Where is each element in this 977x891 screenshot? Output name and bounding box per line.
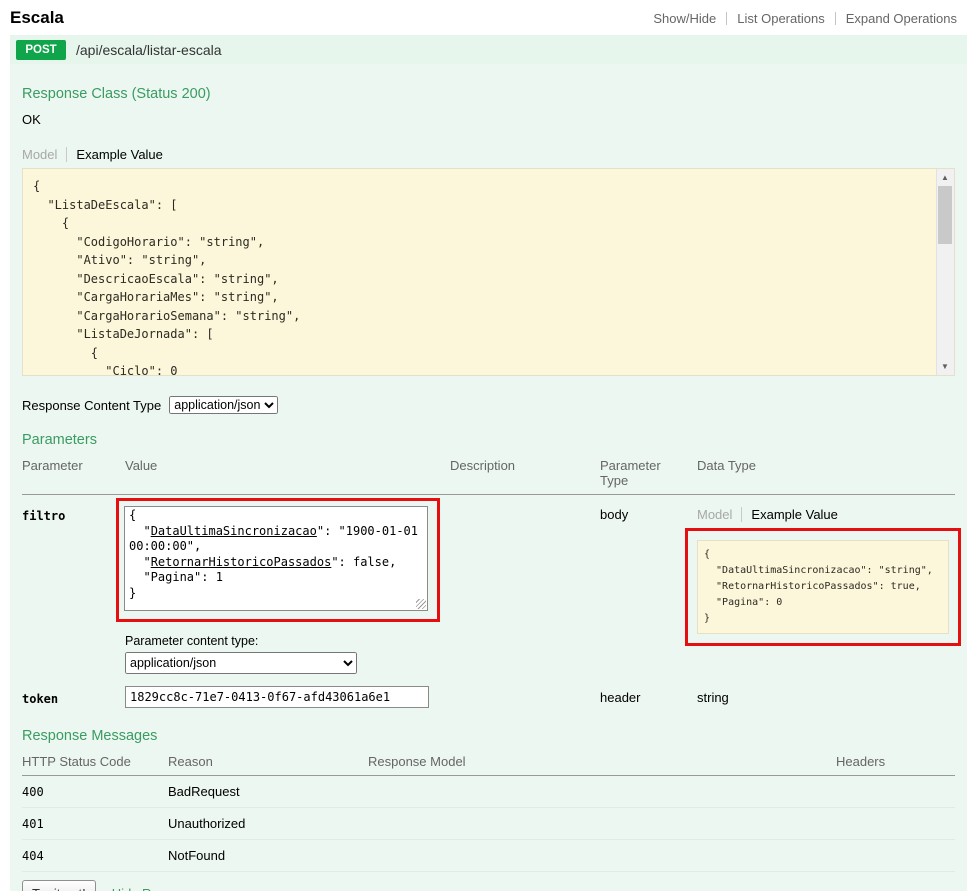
parameter-type-value: header — [600, 686, 697, 705]
response-example-snippet: { "ListaDeEscala": [ { "CodigoHorario": … — [22, 168, 955, 376]
expand-operations-link[interactable]: Expand Operations — [836, 11, 967, 26]
tab-model[interactable]: Model — [22, 147, 66, 162]
parameter-row-token: token header string — [22, 686, 955, 708]
col-parameter: Parameter — [22, 458, 125, 488]
parameter-example-snippet: { "DataUltimaSincronizacao": "string", "… — [697, 540, 949, 634]
operation-footer: Try it out! Hide Response — [22, 880, 955, 891]
reason: NotFound — [168, 848, 368, 863]
response-content-type-label: Response Content Type — [22, 398, 161, 413]
response-message-row: 401 Unauthorized — [22, 808, 955, 840]
col-description: Description — [450, 458, 600, 488]
response-example-json: { "ListaDeEscala": [ { "CodigoHorario": … — [23, 169, 954, 376]
response-message-row: 404 NotFound — [22, 840, 955, 872]
annotation-rectangle: { "DataUltimaSincronizacao": "string", "… — [685, 528, 961, 646]
col-data-type: Data Type — [697, 458, 955, 488]
scrollbar-thumb[interactable] — [938, 186, 952, 244]
col-parameter-type: Parameter Type — [600, 458, 697, 488]
parameter-value-cell — [125, 686, 450, 708]
filtro-value-textarea[interactable]: { "DataUltimaSincronizacao": "1900-01-01… — [124, 506, 428, 611]
page-title: Escala — [10, 8, 64, 28]
data-type-tabs: Model Example Value — [697, 507, 961, 522]
operation-path-link[interactable]: /api/escala/listar-escala — [76, 42, 222, 58]
response-messages-heading: Response Messages — [22, 728, 955, 744]
status-code: 400 — [22, 785, 168, 799]
parameters-heading: Parameters — [22, 432, 955, 448]
response-content-type-select[interactable]: application/json — [169, 396, 278, 414]
response-class-heading: Response Class (Status 200) — [22, 86, 955, 102]
parameter-name: token — [22, 686, 125, 706]
status-code: 401 — [22, 817, 168, 831]
parameter-name: filtro — [22, 503, 125, 523]
resize-handle-icon[interactable] — [416, 599, 426, 609]
top-nav: Show/Hide List Operations Expand Operati… — [643, 11, 967, 26]
parameter-data-type-value: string — [697, 686, 955, 705]
status-code: 404 — [22, 849, 168, 863]
swagger-page: Escala Show/Hide List Operations Expand … — [0, 0, 977, 891]
show-hide-link[interactable]: Show/Hide — [643, 11, 726, 26]
operation-content: Response Class (Status 200) OK Model Exa… — [10, 64, 967, 891]
scroll-up-arrow-icon[interactable]: ▲ — [937, 169, 953, 186]
parameter-content-type-select[interactable]: application/json — [125, 652, 357, 674]
top-bar: Escala Show/Hide List Operations Expand … — [0, 0, 977, 35]
parameter-data-type-cell: Model Example Value { "DataUltimaSincron… — [697, 503, 961, 646]
vertical-scrollbar[interactable]: ▲ ▼ — [936, 169, 954, 375]
col-value: Value — [125, 458, 450, 488]
tab-example-value[interactable]: Example Value — [66, 147, 162, 162]
operation-panel: POST /api/escala/listar-escala Response … — [10, 35, 967, 891]
token-value-input[interactable] — [125, 686, 429, 708]
parameter-value-cell: { "DataUltimaSincronizacao": "1900-01-01… — [125, 503, 450, 674]
response-content-type-row: Response Content Type application/json — [22, 396, 955, 414]
col-headers: Headers — [836, 754, 955, 769]
scroll-down-arrow-icon[interactable]: ▼ — [937, 358, 953, 375]
col-http-status-code: HTTP Status Code — [22, 754, 168, 769]
response-messages-table-header: HTTP Status Code Reason Response Model H… — [22, 754, 955, 776]
tab-example-value[interactable]: Example Value — [741, 507, 837, 522]
parameter-row-filtro: filtro { "DataUltimaSincronizacao": "190… — [22, 495, 955, 674]
col-response-model: Response Model — [368, 754, 836, 769]
response-class-tabs: Model Example Value — [22, 147, 955, 162]
parameter-type-value: body — [600, 503, 697, 522]
parameter-content-type-label: Parameter content type: — [125, 634, 450, 648]
tab-model[interactable]: Model — [697, 507, 741, 522]
reason: Unauthorized — [168, 816, 368, 831]
col-reason: Reason — [168, 754, 368, 769]
annotation-rectangle: { "DataUltimaSincronizacao": "1900-01-01… — [116, 498, 440, 622]
parameter-example-json: { "DataUltimaSincronizacao": "string", "… — [704, 547, 942, 627]
http-method-badge: POST — [16, 40, 66, 60]
list-operations-link[interactable]: List Operations — [727, 11, 834, 26]
response-message-row: 400 BadRequest — [22, 776, 955, 808]
operation-heading[interactable]: POST /api/escala/listar-escala — [10, 35, 967, 64]
reason: BadRequest — [168, 784, 368, 799]
parameters-table-header: Parameter Value Description Parameter Ty… — [22, 458, 955, 495]
hide-response-link[interactable]: Hide Response — [112, 886, 201, 891]
response-status-text: OK — [22, 112, 955, 127]
try-it-out-button[interactable]: Try it out! — [22, 880, 96, 891]
